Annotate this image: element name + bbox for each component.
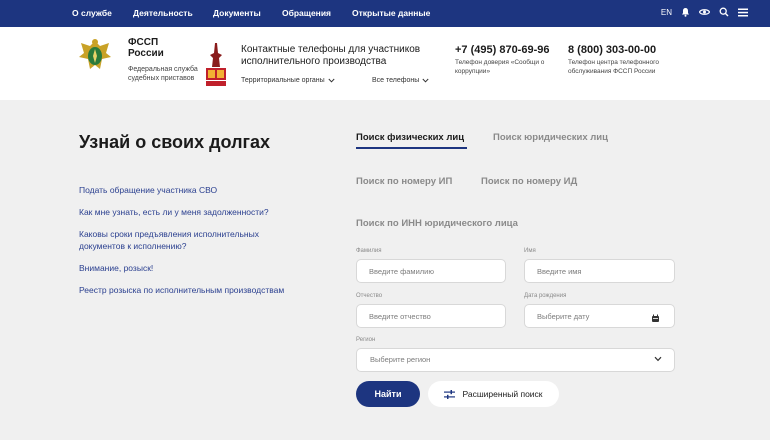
nav-about[interactable]: О службе <box>72 8 112 18</box>
region-select[interactable]: Выберите регион <box>356 348 675 372</box>
phone-hotline-desc: Телефон центра телефонного обслуживания … <box>568 59 659 75</box>
link-check-debts[interactable]: Как мне узнать, есть ли у меня задолженн… <box>79 206 304 218</box>
org-subtitle: Федеральная служба судебных приставов <box>128 66 198 82</box>
name-label: Имя <box>524 248 536 254</box>
tab-inn[interactable]: Поиск по ИНН юридического лица <box>356 218 518 229</box>
link-wanted[interactable]: Внимание, розыск! <box>79 262 304 274</box>
region-label: Регион <box>356 337 376 343</box>
top-icons: EN <box>661 7 748 17</box>
patronymic-label: Отчество <box>356 293 383 299</box>
patronymic-input[interactable] <box>356 304 506 328</box>
link-deadlines[interactable]: Каковы сроки предъявления исполнительных… <box>79 228 304 252</box>
all-phones-dropdown[interactable]: Все телефоны <box>372 77 429 84</box>
name-input[interactable] <box>524 259 675 283</box>
site-header: ФССП России Федеральная служба судебных … <box>0 27 770 100</box>
birthdate-label: Дата рождения <box>524 293 567 299</box>
phone-trust[interactable]: +7 (495) 870-69-96 <box>455 44 549 56</box>
victory-80-icon <box>203 41 229 89</box>
chevron-down-icon <box>328 78 335 83</box>
surname-label: Фамилия <box>356 248 382 254</box>
tab-legal-entities[interactable]: Поиск юридических лиц <box>493 132 608 143</box>
org-name-line2: России <box>128 48 164 59</box>
eye-icon[interactable] <box>699 8 710 16</box>
filter-icon <box>444 389 456 399</box>
search-icon[interactable] <box>719 7 729 17</box>
top-bar: О службе Деятельность Документы Обращени… <box>0 0 770 27</box>
territorial-dropdown[interactable]: Территориальные органы <box>241 77 335 84</box>
emblem-icon[interactable] <box>78 37 112 75</box>
menu-icon[interactable] <box>738 8 748 17</box>
active-tab-underline <box>356 147 467 149</box>
calendar-icon[interactable] <box>651 310 660 328</box>
phone-hotline[interactable]: 8 (800) 303-00-00 <box>568 44 656 56</box>
org-name[interactable]: ФССП России <box>128 37 164 59</box>
nav-open-data[interactable]: Открытые данные <box>352 8 430 18</box>
surname-input[interactable] <box>356 259 506 283</box>
chevron-down-icon <box>422 78 429 83</box>
tab-individuals[interactable]: Поиск физических лиц <box>356 132 464 143</box>
link-svo-appeal[interactable]: Подать обращение участника СВО <box>79 184 304 196</box>
chevron-down-icon <box>654 356 662 362</box>
nav-appeals[interactable]: Обращения <box>282 8 331 18</box>
tab-ip-number[interactable]: Поиск по номеру ИП <box>356 176 452 187</box>
phone-trust-desc: Телефон доверия «Сообщи о коррупции» <box>455 59 545 75</box>
org-name-line1: ФССП <box>128 37 159 48</box>
link-wanted-registry[interactable]: Реестр розыска по исполнительным произво… <box>79 284 304 296</box>
tab-id-number[interactable]: Поиск по номеру ИД <box>481 176 577 187</box>
find-button[interactable]: Найти <box>356 381 420 407</box>
language-switch[interactable]: EN <box>661 8 672 17</box>
advanced-search-button[interactable]: Расширенный поиск <box>428 381 559 407</box>
bell-icon[interactable] <box>681 7 690 17</box>
territorial-label: Территориальные органы <box>241 77 325 84</box>
nav-activity[interactable]: Деятельность <box>133 8 193 18</box>
contacts-title: Контактные телефоны для участников испол… <box>241 44 421 67</box>
nav-documents[interactable]: Документы <box>213 8 261 18</box>
region-select-value: Выберите регион <box>370 355 431 364</box>
advanced-search-label: Расширенный поиск <box>462 389 543 399</box>
all-phones-label: Все телефоны <box>372 77 420 84</box>
page-title: Узнай о своих долгах <box>79 132 271 152</box>
